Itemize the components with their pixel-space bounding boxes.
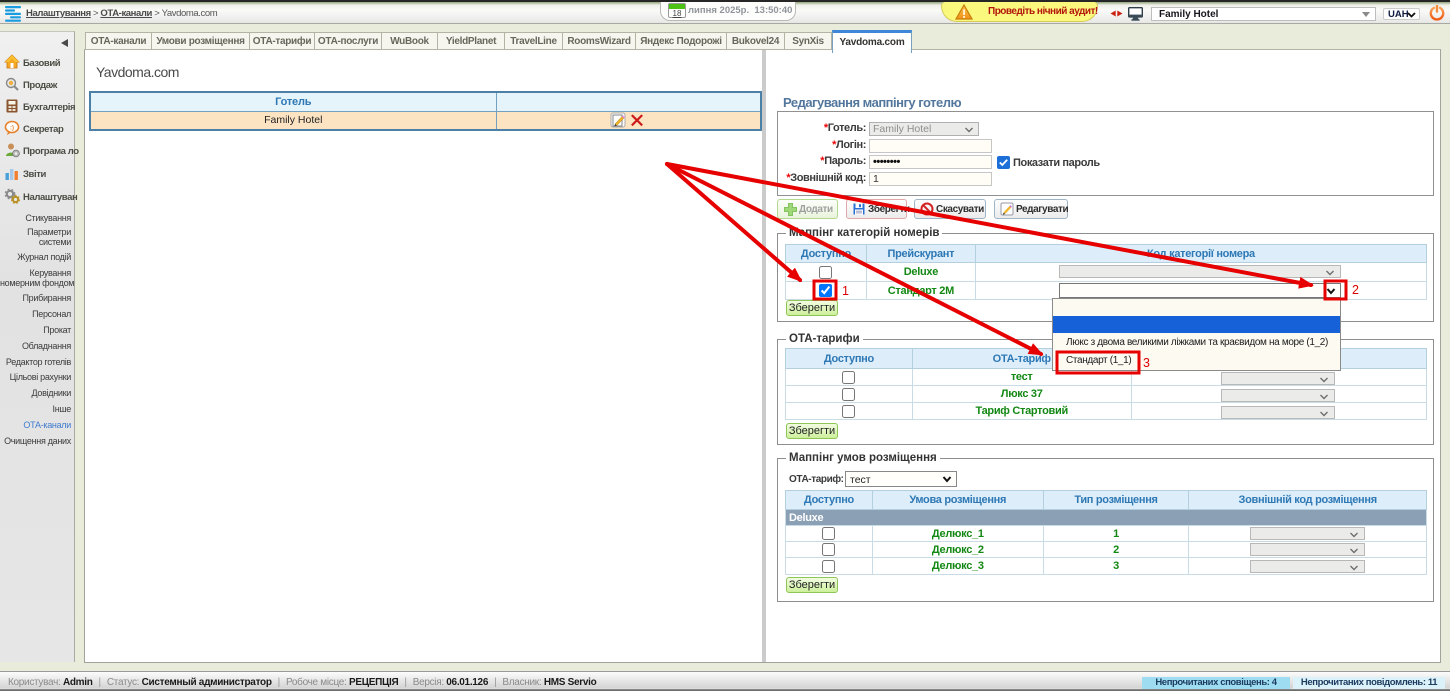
svg-text::): :) — [10, 126, 14, 132]
